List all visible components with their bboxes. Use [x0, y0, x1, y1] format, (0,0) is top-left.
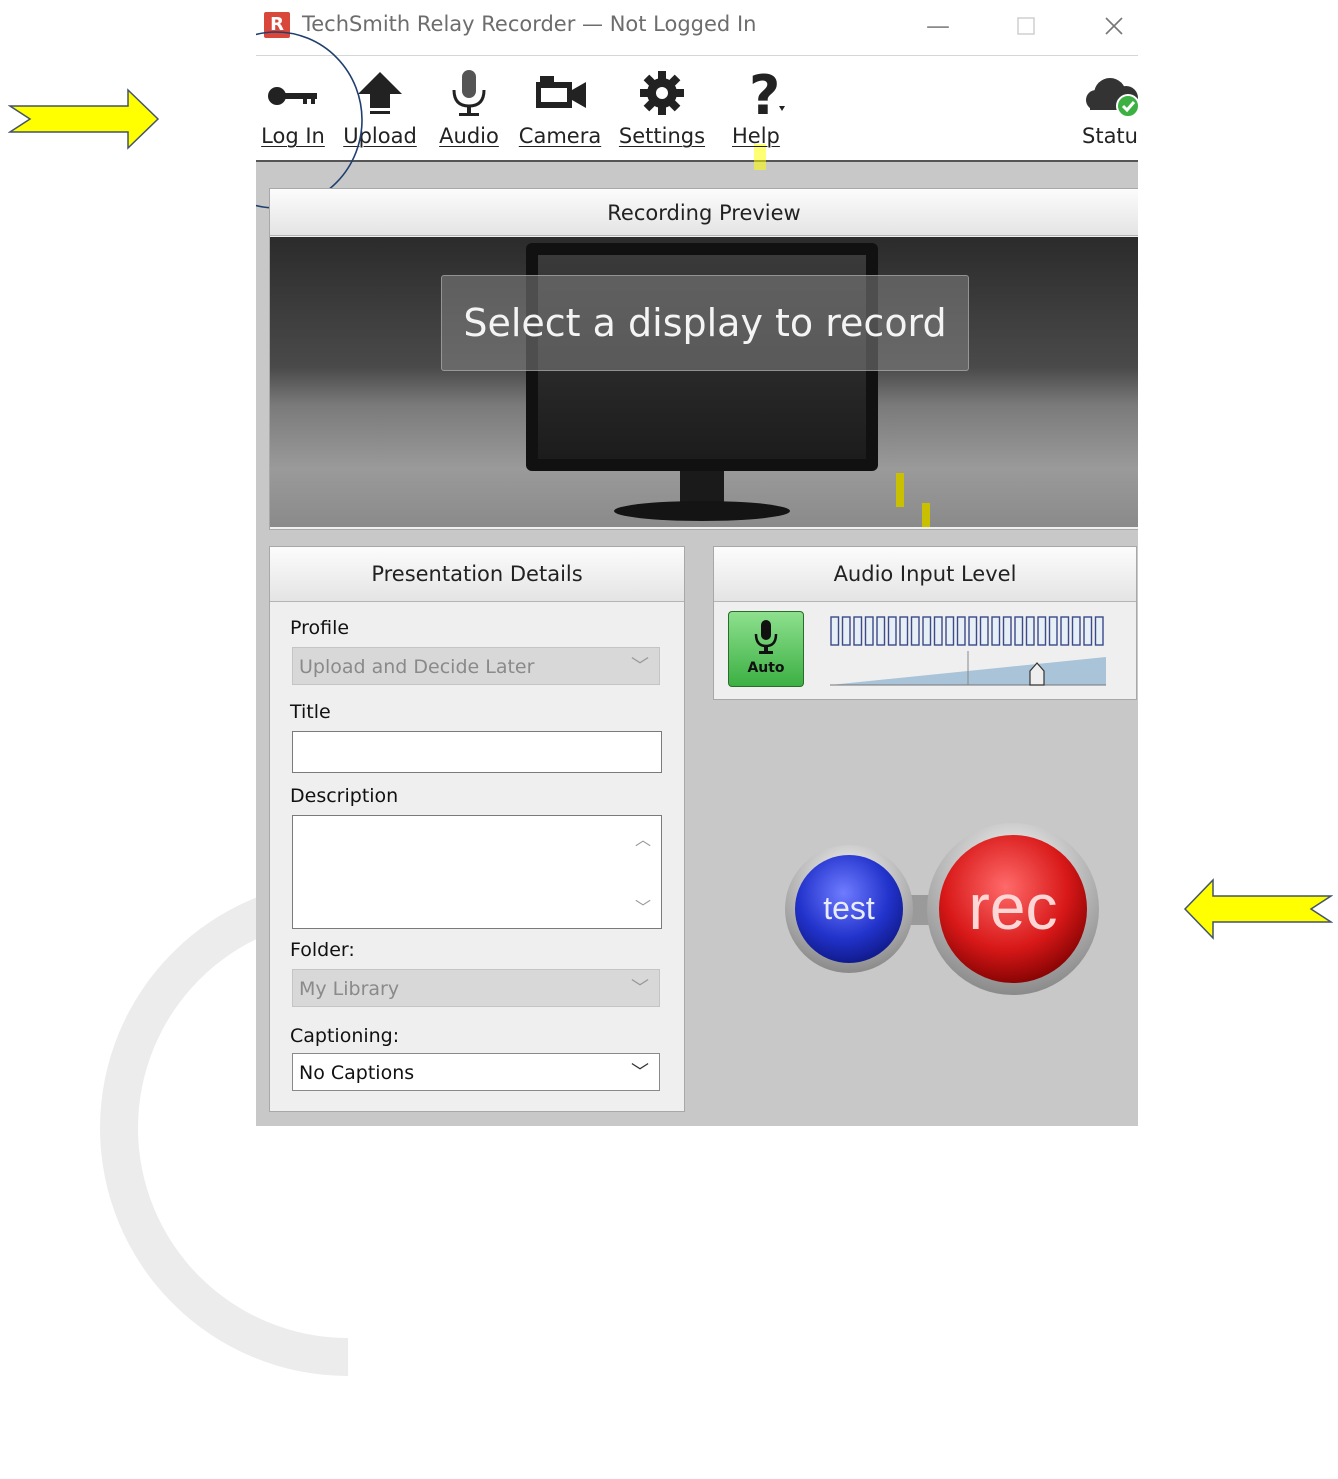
test-label: test — [823, 890, 875, 926]
microphone-icon — [452, 70, 486, 116]
window-title: TechSmith Relay Recorder — Not Logged In — [302, 12, 757, 36]
meter-segment — [1037, 616, 1047, 646]
maximize-icon — [1017, 17, 1035, 35]
profile-select[interactable]: Upload and Decide Later ﹀ — [292, 647, 660, 685]
audio-input-level-header: Audio Input Level — [714, 547, 1136, 602]
rec-label: rec — [969, 871, 1058, 943]
folder-label: Folder: — [290, 939, 355, 961]
audio-input-level-panel: Audio Input Level Auto — [713, 546, 1137, 700]
meter-segment — [1014, 616, 1024, 646]
meter-segment — [979, 616, 989, 646]
description-label: Description — [290, 785, 399, 807]
audio-level-meter[interactable] — [828, 615, 1108, 687]
chevron-down-icon: ﹀ — [631, 1062, 649, 1083]
meter-segment — [876, 616, 886, 646]
status-button[interactable]: Status — [1082, 68, 1138, 148]
meter-segment — [956, 616, 966, 646]
maximize-button[interactable] — [1006, 8, 1046, 44]
title-input[interactable] — [292, 731, 662, 773]
captioning-value: No Captions — [299, 1062, 415, 1084]
folder-select[interactable]: My Library ﹀ — [292, 969, 660, 1007]
meter-segment — [1060, 616, 1070, 646]
toolbar: Log In Upload Audio Camera Settings ? He… — [256, 56, 1138, 170]
record-controls: test rec — [785, 823, 1099, 995]
camera-label: Camera — [518, 124, 602, 148]
settings-button[interactable]: Settings — [618, 68, 706, 148]
camera-icon — [536, 76, 586, 108]
profile-value: Upload and Decide Later — [299, 656, 535, 678]
folder-value: My Library — [299, 978, 400, 1000]
meter-segment — [1094, 616, 1104, 646]
title-label: Title — [290, 701, 331, 723]
meter-segment — [945, 616, 955, 646]
chevron-down-icon: ﹀ — [631, 656, 649, 677]
camera-button[interactable]: Camera — [518, 68, 602, 148]
app-window: R TechSmith Relay Recorder — Not Logged … — [256, 0, 1138, 1126]
close-icon — [1105, 17, 1123, 35]
meter-segment — [830, 616, 840, 646]
meter-segment — [922, 616, 932, 646]
recording-preview-panel: Recording Preview Select a display to re… — [269, 188, 1138, 530]
annotation-circle — [256, 31, 363, 209]
meter-segment — [841, 616, 851, 646]
svg-text:?: ? — [749, 68, 780, 118]
meter-segment — [1025, 616, 1035, 646]
annotation-arrow-left-icon — [1183, 878, 1333, 940]
profile-label: Profile — [290, 617, 350, 639]
help-button[interactable]: ? Help — [724, 68, 790, 170]
description-textarea[interactable]: ︿ ﹀ — [292, 815, 662, 929]
auto-label: Auto — [747, 660, 785, 676]
presentation-details-panel: Presentation Details Profile Upload and … — [269, 546, 685, 1112]
meter-segment — [887, 616, 897, 646]
gear-icon — [640, 71, 684, 115]
test-button[interactable]: test — [785, 845, 913, 973]
annotation-arrow-right-icon — [8, 88, 160, 150]
presentation-details-header: Presentation Details — [270, 547, 684, 602]
cloud-status-icon — [1086, 78, 1138, 118]
captioning-select[interactable]: No Captions ﹀ — [292, 1053, 660, 1091]
status-label: Status — [1082, 124, 1138, 148]
microphone-icon — [754, 620, 778, 654]
captioning-label: Captioning: — [290, 1025, 400, 1047]
meter-segment — [1071, 616, 1081, 646]
meter-segment — [1002, 616, 1012, 646]
rec-button[interactable]: rec — [927, 823, 1099, 995]
scroll-up-icon[interactable]: ︿ — [635, 826, 651, 850]
recording-preview-header: Recording Preview — [270, 189, 1138, 236]
minimize-button[interactable]: — — [918, 8, 958, 44]
meter-segment — [933, 616, 943, 646]
audio-label: Audio — [439, 124, 499, 148]
chevron-down-icon: ﹀ — [631, 978, 649, 999]
select-display-message[interactable]: Select a display to record — [441, 275, 969, 371]
settings-label: Settings — [618, 124, 706, 148]
question-mark-icon: ? — [749, 68, 785, 118]
meter-segment — [899, 616, 909, 646]
scroll-down-icon[interactable]: ﹀ — [635, 894, 651, 918]
title-bar: R TechSmith Relay Recorder — Not Logged … — [256, 0, 1138, 56]
auto-level-button[interactable]: Auto — [728, 611, 804, 687]
help-label: Help — [732, 124, 780, 148]
meter-segment — [853, 616, 863, 646]
audio-button[interactable]: Audio — [434, 68, 504, 148]
close-button[interactable] — [1094, 8, 1134, 44]
preview-area[interactable]: Select a display to record — [270, 237, 1138, 527]
meter-segment — [991, 616, 1001, 646]
meter-segment — [1083, 616, 1093, 646]
meter-segment — [1048, 616, 1058, 646]
meter-segment — [910, 616, 920, 646]
meter-segment — [968, 616, 978, 646]
meter-segment — [864, 616, 874, 646]
